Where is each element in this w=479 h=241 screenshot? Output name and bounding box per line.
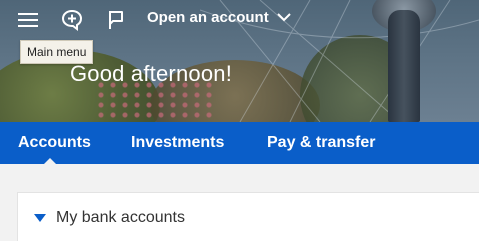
- tab-pay-transfer[interactable]: Pay & transfer: [267, 134, 376, 152]
- active-tab-indicator: [44, 158, 56, 164]
- flag-icon[interactable]: [104, 8, 128, 32]
- chat-plus-icon[interactable]: [60, 8, 84, 32]
- bank-accounts-toggle[interactable]: My bank accounts: [34, 209, 185, 227]
- greeting-text: Good afternoon!: [70, 61, 233, 86]
- main-menu-tooltip: Main menu: [20, 40, 94, 64]
- main-nav: Accounts Investments Pay & transfer: [0, 122, 479, 164]
- menu-icon[interactable]: [16, 8, 40, 32]
- open-account-button[interactable]: Open an account: [147, 9, 291, 26]
- top-bar: Open an account: [0, 0, 479, 40]
- tab-investments[interactable]: Investments: [131, 134, 224, 152]
- bank-accounts-card: My bank accounts: [17, 192, 479, 241]
- tab-accounts[interactable]: Accounts: [18, 134, 91, 152]
- open-account-label: Open an account: [147, 9, 269, 26]
- chevron-down-icon: [276, 13, 291, 22]
- bank-accounts-title: My bank accounts: [56, 209, 185, 226]
- expand-triangle-icon: [34, 214, 46, 222]
